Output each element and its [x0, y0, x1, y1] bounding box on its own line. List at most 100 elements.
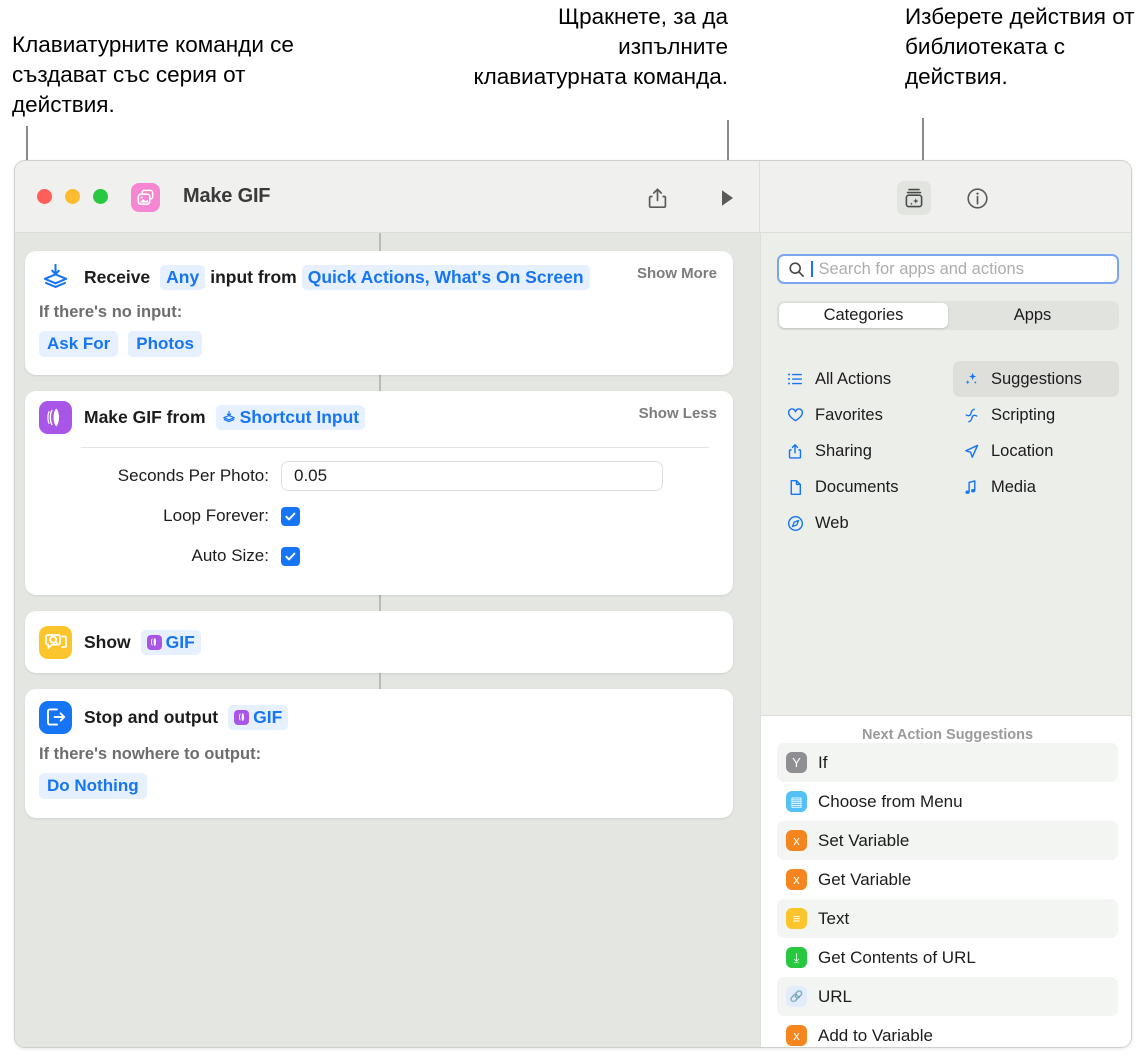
action-card-show[interactable]: Show GIF — [25, 611, 733, 673]
location-arrow-icon — [961, 443, 981, 460]
category-label: Suggestions — [991, 369, 1082, 388]
search-input[interactable]: Search for apps and actions — [777, 254, 1119, 284]
token-gif-variable-stop[interactable]: GIF — [228, 704, 289, 730]
category-sharing[interactable]: Sharing — [777, 433, 943, 469]
action-card-receive[interactable]: Receive Any input from Quick Actions, Wh… — [25, 251, 733, 375]
category-label: Documents — [815, 477, 899, 496]
suggestion-row[interactable]: ▤ Choose from Menu — [777, 782, 1118, 821]
suggestion-label: Choose from Menu — [818, 791, 963, 811]
suggestion-row[interactable]: ⤓ Get Contents of URL — [777, 938, 1118, 977]
stop-output-icon — [39, 700, 72, 734]
category-label: Favorites — [815, 405, 883, 424]
category-label: All Actions — [815, 369, 892, 388]
category-location[interactable]: Location — [953, 433, 1119, 469]
action-title-show: Show — [84, 631, 131, 652]
show-result-icon — [39, 625, 72, 659]
suggestion-row[interactable]: x Get Variable — [777, 860, 1118, 899]
action-card-make-gif[interactable]: Make GIF from Shortcut Input Show Less S… — [25, 391, 733, 595]
library-tab-bar: Categories Apps — [777, 301, 1119, 330]
heart-icon — [785, 407, 805, 424]
titlebar-divider — [759, 161, 760, 233]
seconds-per-photo-input[interactable]: 0.05 — [281, 461, 663, 491]
param-label-seconds: Seconds Per Photo: — [117, 466, 269, 485]
suggestion-row[interactable]: x Set Variable — [777, 821, 1118, 860]
menu-icon: ▤ — [786, 791, 807, 812]
suggestion-row[interactable]: ≡ Text — [777, 899, 1118, 938]
if-icon: Y — [786, 752, 807, 773]
show-less-toggle[interactable]: Show Less — [639, 405, 717, 422]
search-placeholder: Search for apps and actions — [818, 259, 1024, 278]
action-library-icon[interactable] — [897, 181, 931, 215]
token-shortcut-input-label: Shortcut Input — [239, 406, 360, 427]
category-label: Media — [991, 477, 1036, 496]
shortcut-editor-pane: Receive Any input from Quick Actions, Wh… — [15, 233, 760, 1047]
param-label-loop: Loop Forever: — [163, 506, 269, 525]
suggestion-label: Get Variable — [818, 869, 912, 889]
suggestion-label: Add to Variable — [818, 1025, 933, 1045]
suggestion-label: Text — [818, 908, 850, 928]
next-action-suggestions-panel: Next Action Suggestions Y If ▤ Choose from … — [761, 716, 1131, 1047]
category-media[interactable]: Media — [953, 469, 1119, 505]
maximize-button[interactable] — [93, 189, 108, 204]
info-icon[interactable] — [960, 181, 994, 215]
link-icon: 🔗 — [786, 986, 807, 1007]
category-scripting[interactable]: Scripting — [953, 397, 1119, 433]
window-titlebar: Make GIF — [15, 161, 1131, 233]
category-label: Scripting — [991, 405, 1056, 424]
nowhere-to-output-label: If there's nowhere to output: — [39, 745, 262, 763]
tab-categories[interactable]: Categories — [779, 303, 948, 328]
category-grid: All Actions Suggestions Favorites Script… — [777, 361, 1119, 541]
gif-variable-glyph-icon — [234, 709, 250, 725]
share-icon[interactable] — [640, 181, 674, 215]
token-gif-variable-show[interactable]: GIF — [140, 629, 201, 655]
search-caret — [811, 261, 813, 277]
scripting-icon — [961, 407, 981, 424]
category-documents[interactable]: Documents — [777, 469, 943, 505]
make-gif-icon — [39, 400, 72, 434]
search-icon — [788, 261, 805, 278]
suggestion-row[interactable]: 🔗 URL — [777, 977, 1118, 1016]
category-web[interactable]: Web — [777, 505, 943, 541]
param-row-seconds-per-photo: Seconds Per Photo: 0.05 — [25, 456, 733, 496]
category-suggestions[interactable]: Suggestions — [953, 361, 1119, 397]
loop-forever-checkbox[interactable] — [281, 506, 300, 526]
document-icon — [785, 479, 805, 496]
auto-size-checkbox[interactable] — [281, 546, 300, 566]
category-label: Sharing — [815, 441, 872, 460]
action-title-stop-output: Stop and output — [84, 706, 219, 727]
download-icon: ⤓ — [786, 947, 807, 968]
variable-icon: x — [786, 1025, 807, 1046]
minimize-button[interactable] — [65, 189, 80, 204]
show-more-toggle[interactable]: Show More — [637, 265, 717, 282]
suggestion-row[interactable]: Y If — [777, 743, 1118, 782]
sparkles-icon — [961, 371, 981, 388]
token-shortcut-input[interactable]: Shortcut Input — [215, 404, 366, 430]
suggestion-label: Set Variable — [818, 830, 910, 850]
suggestions-list: Y If ▤ Choose from Menu x Set Variable x Get Va… — [761, 743, 1131, 1047]
suggestion-row[interactable]: x Add to Variable — [777, 1016, 1118, 1047]
tab-apps[interactable]: Apps — [948, 303, 1117, 328]
action-card-stop-output[interactable]: Stop and output GIF If there's nowhere t… — [25, 689, 733, 818]
pill-photos[interactable]: Photos — [128, 331, 202, 357]
category-label: Web — [815, 513, 849, 532]
shortcuts-window: Make GIF Receive Any input from Quick Ac… — [14, 160, 1132, 1048]
action-connector — [379, 375, 381, 391]
callout-text-left: Клавиатурните команди се създават със се… — [12, 32, 294, 117]
token-input-sources[interactable]: Quick Actions, What's On Screen — [301, 264, 590, 290]
token-input-type[interactable]: Any — [160, 264, 206, 290]
variable-icon: x — [786, 830, 807, 851]
music-note-icon — [961, 479, 981, 496]
run-icon[interactable] — [710, 181, 744, 215]
pill-do-nothing[interactable]: Do Nothing — [39, 773, 147, 799]
token-gif-label: GIF — [165, 631, 195, 652]
pill-ask-for[interactable]: Ask For — [39, 331, 119, 357]
close-button[interactable] — [37, 189, 52, 204]
window-title: Make GIF — [183, 185, 271, 207]
action-connector — [379, 673, 381, 689]
compass-icon — [785, 515, 805, 532]
category-favorites[interactable]: Favorites — [777, 397, 943, 433]
action-library-sidebar: Search for apps and actions Categories A… — [760, 233, 1131, 1047]
suggestions-heading: Next Action Suggestions — [861, 727, 1034, 743]
text-icon: ≡ — [786, 908, 807, 929]
category-all-actions[interactable]: All Actions — [777, 361, 943, 397]
